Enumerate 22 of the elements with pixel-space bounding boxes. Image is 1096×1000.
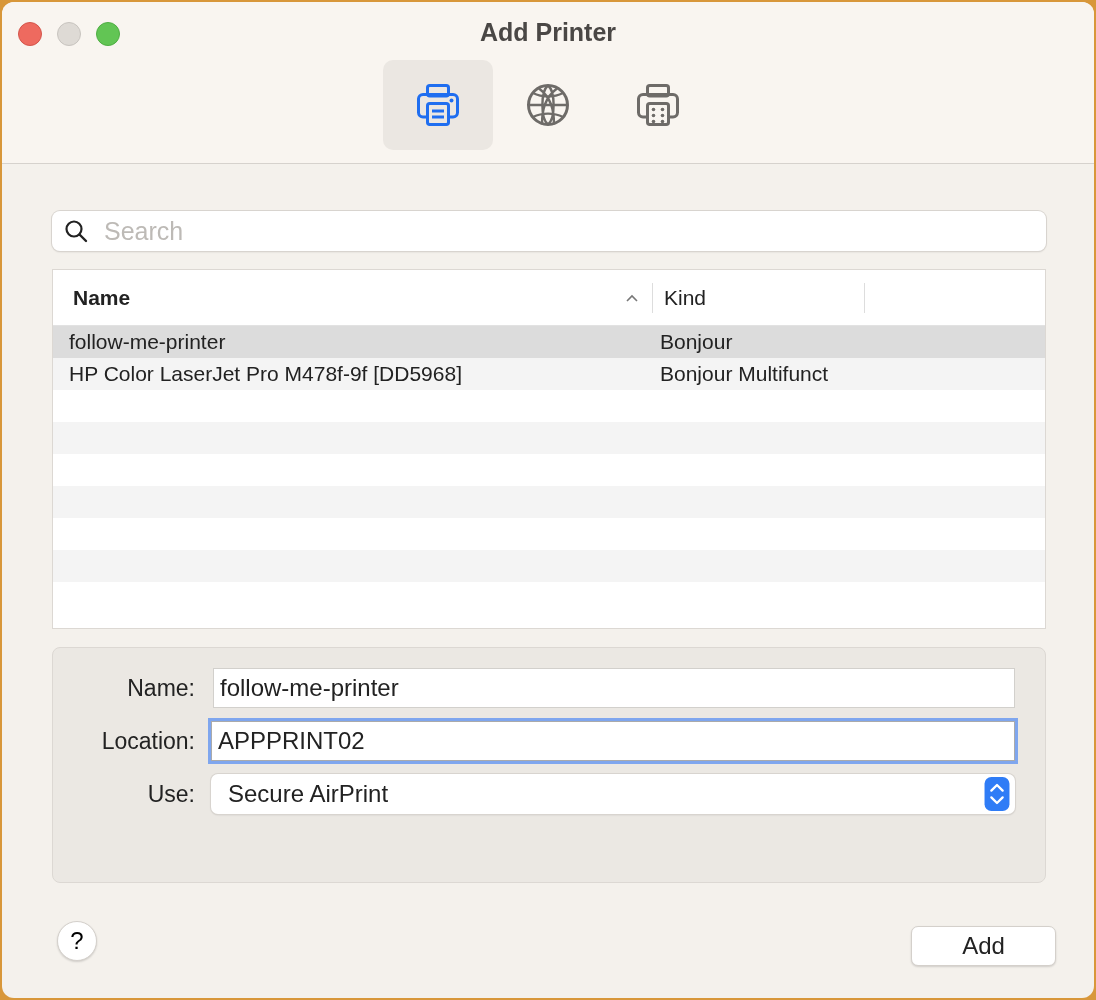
- help-button[interactable]: ?: [57, 921, 97, 961]
- stepper-icon: [982, 777, 1012, 811]
- add-button[interactable]: Add: [911, 926, 1056, 966]
- field-label: Location:: [100, 727, 196, 755]
- text-field[interactable]: APPPRINT02: [211, 721, 1015, 761]
- zoom-button[interactable]: [96, 22, 120, 46]
- table-row[interactable]: follow-me-printer Bonjour: [53, 326, 1045, 358]
- sort-caret-icon: [626, 293, 638, 302]
- close-button[interactable]: [18, 22, 42, 46]
- window-title: Add Printer: [479, 18, 617, 47]
- field-label: Use:: [146, 780, 196, 808]
- field-label: Name:: [126, 674, 196, 702]
- column-header[interactable]: Kind: [653, 282, 865, 313]
- toolbar-tab[interactable]: [383, 60, 493, 150]
- search-field[interactable]: Search: [52, 211, 1046, 251]
- table-row[interactable]: HP Color LaserJet Pro M478f-9f [DD5968] Bonjour Multifunct: [53, 358, 1045, 390]
- fax-icon: [634, 81, 682, 129]
- printer-icon: [414, 81, 462, 129]
- text-field[interactable]: follow-me-printer: [213, 668, 1015, 708]
- globe-icon: [524, 81, 572, 129]
- column-header[interactable]: Name: [53, 282, 653, 313]
- use-dropdown[interactable]: Secure AirPrint: [211, 774, 1015, 814]
